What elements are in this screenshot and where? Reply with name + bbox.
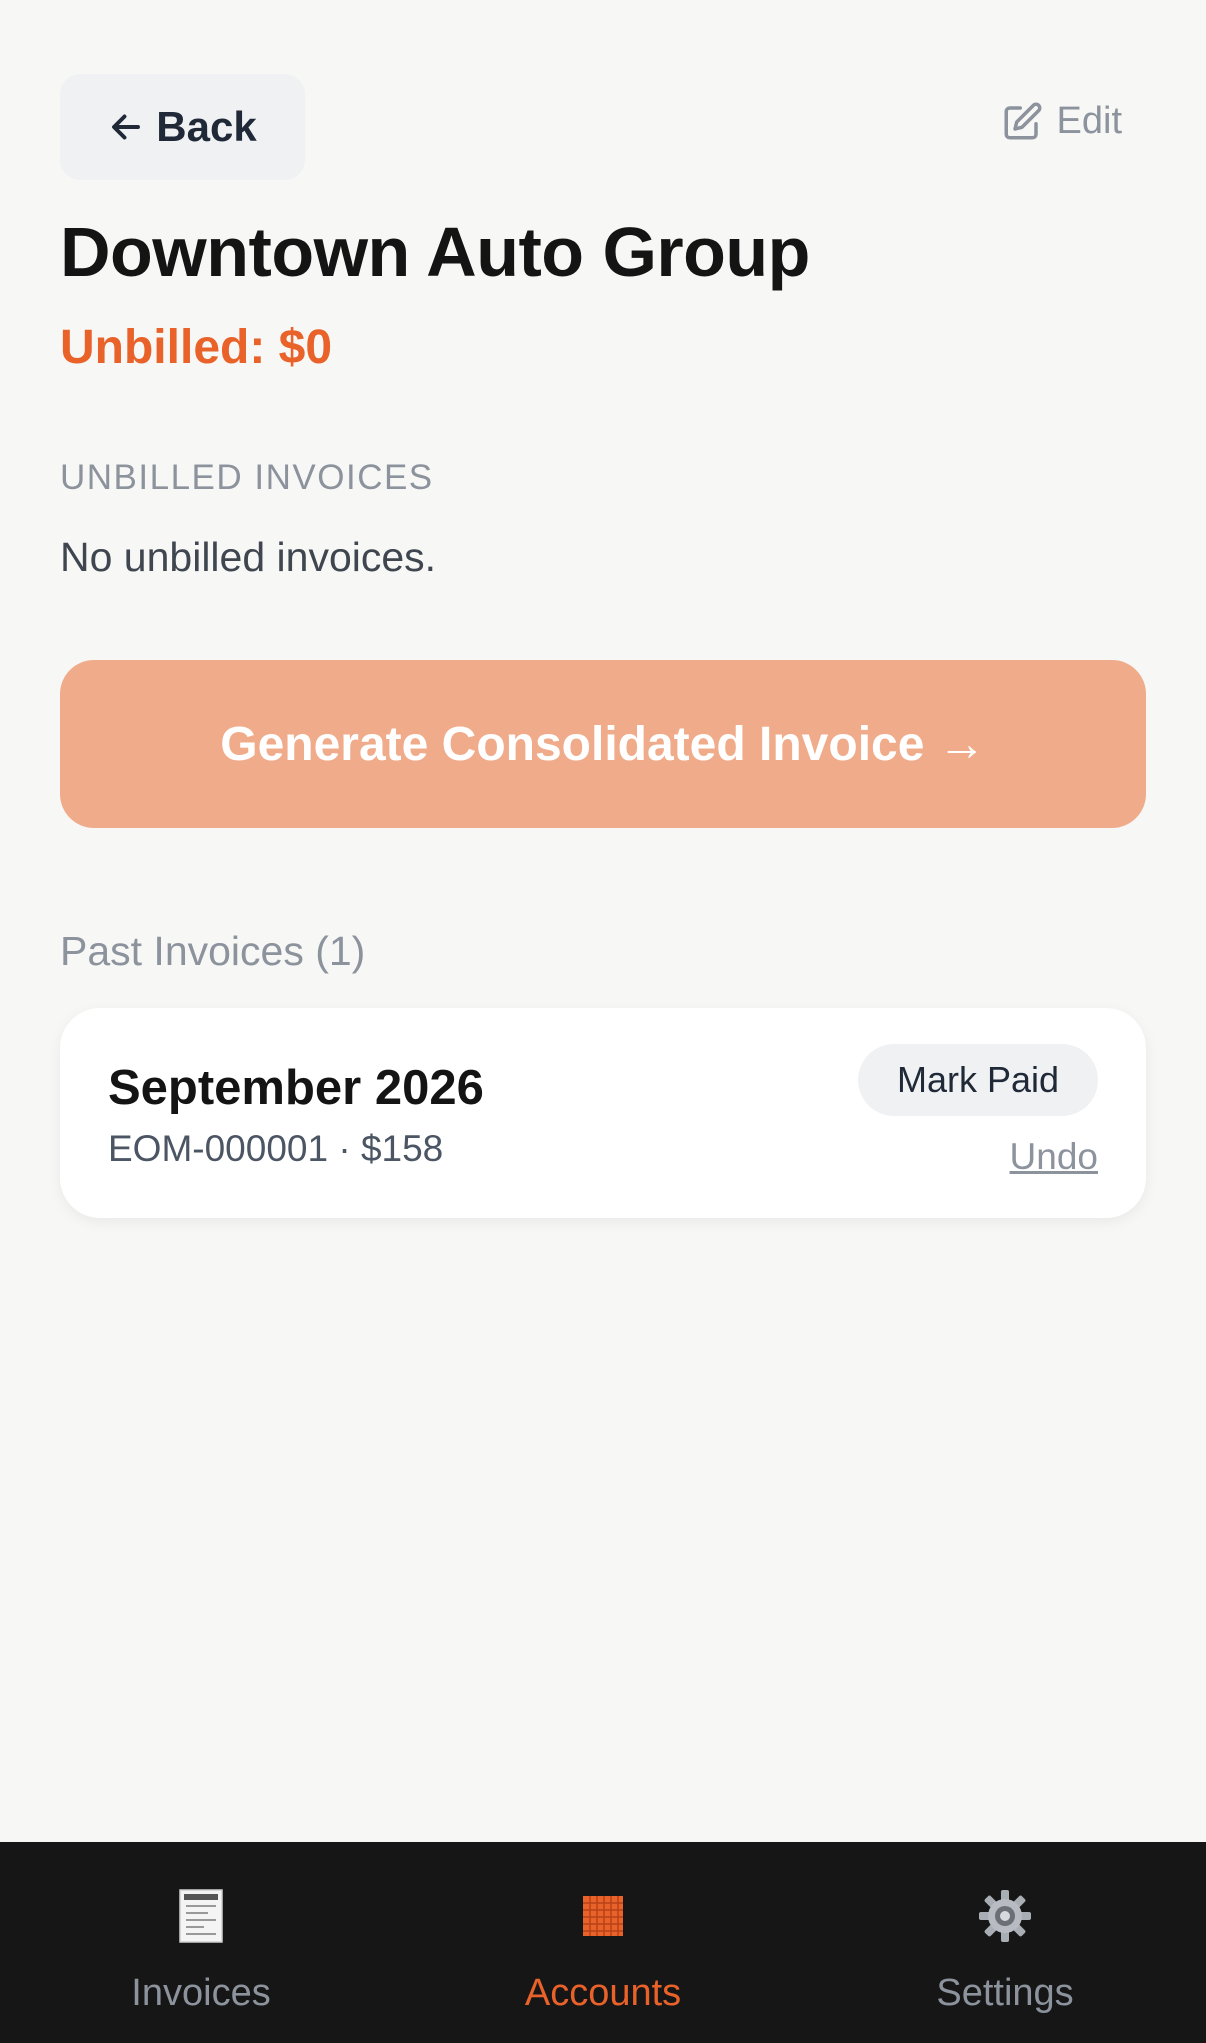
tab-accounts[interactable]: Accounts	[402, 1842, 804, 2043]
invoice-card[interactable]: September 2026 EOM-000001 · $158 Mark Pa…	[60, 1008, 1146, 1218]
unbilled-invoices-heading: UNBILLED INVOICES	[60, 458, 434, 497]
gear-icon	[975, 1886, 1035, 1946]
tab-settings-label: Settings	[936, 1972, 1074, 2014]
account-name: Downtown Auto Group	[60, 213, 810, 291]
edit-icon	[1004, 102, 1041, 139]
tab-settings[interactable]: Settings	[804, 1842, 1206, 2043]
tab-invoices-label: Invoices	[131, 1972, 271, 2014]
tab-invoices[interactable]: Invoices	[0, 1842, 402, 2043]
building-icon	[573, 1886, 633, 1946]
unbilled-empty-message: No unbilled invoices.	[60, 534, 437, 580]
tab-accounts-label: Accounts	[524, 1972, 682, 2014]
mark-paid-button[interactable]: Mark Paid	[858, 1044, 1098, 1116]
tab-bar: Invoices Accounts Settings	[0, 1842, 1206, 2043]
arrow-left-icon	[112, 114, 141, 140]
receipt-icon	[171, 1886, 231, 1946]
account-detail-page: Back Edit Downtown Auto Group Unbilled: …	[0, 0, 1206, 2043]
invoice-title: September 2026	[108, 1061, 484, 1115]
undo-link[interactable]: Undo	[1010, 1136, 1098, 1178]
edit-button[interactable]: Edit	[1001, 100, 1122, 143]
past-invoices-heading: Past Invoices (1)	[60, 928, 366, 974]
generate-consolidated-invoice-button[interactable]: Generate Consolidated Invoice →	[60, 660, 1146, 828]
invoice-meta: EOM-000001 · $158	[108, 1128, 444, 1169]
unbilled-total: Unbilled: $0	[60, 321, 333, 374]
edit-label: Edit	[1056, 100, 1122, 142]
back-label: Back	[156, 103, 257, 150]
back-button[interactable]: Back	[60, 74, 305, 180]
